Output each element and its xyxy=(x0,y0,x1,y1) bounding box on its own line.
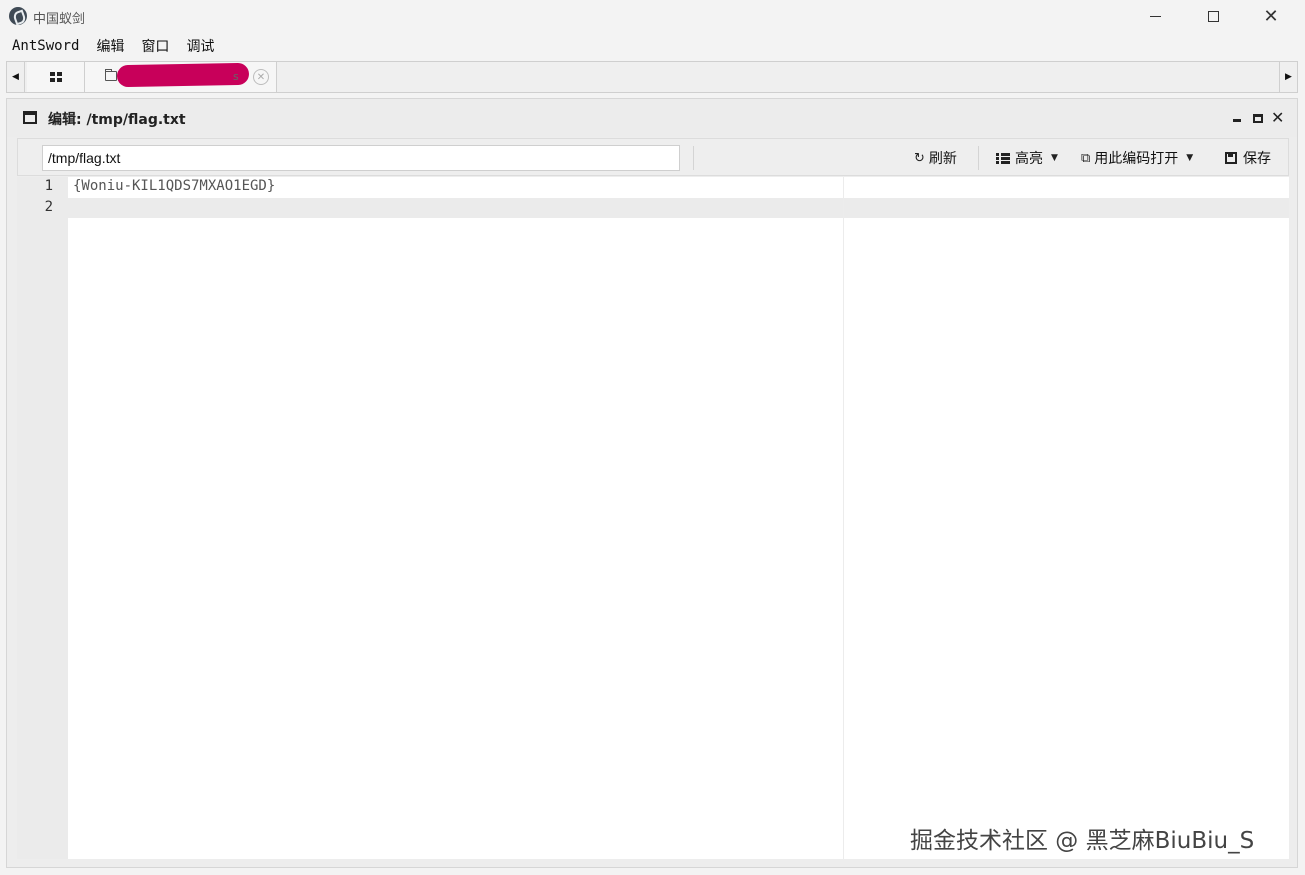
maximize-icon xyxy=(1207,11,1219,22)
file-path-input[interactable] xyxy=(42,145,680,171)
panel-restore-button[interactable] xyxy=(1253,110,1263,123)
tab-close-icon[interactable]: ✕ xyxy=(253,69,269,85)
panel-minimize-button[interactable] xyxy=(1233,111,1241,122)
line-number-gutter xyxy=(17,177,68,859)
window-icon xyxy=(23,111,37,124)
chevron-down-icon: ▼ xyxy=(1186,153,1194,163)
save-icon xyxy=(1225,152,1237,164)
minimize-button[interactable] xyxy=(1126,0,1184,33)
refresh-label: 刷新 xyxy=(928,151,957,167)
toolbar-divider xyxy=(693,146,694,170)
code-editor[interactable]: 1 2 {Woniu-KIL1QDS7MXAO1EGD} xyxy=(17,177,1289,859)
refresh-icon: ↻ xyxy=(914,150,925,166)
open-with-encoding-dropdown[interactable]: ⧉ 用此编码打开 ▼ xyxy=(1081,148,1193,168)
redaction-mark xyxy=(116,62,250,88)
refresh-button[interactable]: ↻ 刷新 xyxy=(914,148,957,168)
line-number: 2 xyxy=(44,199,53,215)
tab-bar: ◀ s ✕ ▶ xyxy=(6,61,1298,93)
tab-home[interactable] xyxy=(27,62,85,92)
encoding-icon: ⧉ xyxy=(1081,150,1091,166)
list-icon xyxy=(996,152,1010,164)
close-window-button[interactable]: ✕ xyxy=(1242,0,1300,33)
editor-panel: 编辑: /tmp/flag.txt ✕ ↻ 刷新 高亮 ▼ ⧉ 用此编码打开 ▼… xyxy=(6,98,1298,868)
tab-label-tail: s xyxy=(233,70,239,83)
menu-debug[interactable]: 调试 xyxy=(186,36,214,56)
save-label: 保存 xyxy=(1243,151,1271,167)
minimize-icon xyxy=(1233,119,1241,122)
title-bar: 中国蚁剑 ✕ xyxy=(0,0,1305,33)
code-line[interactable]: {Woniu-KIL1QDS7MXAO1EGD} xyxy=(73,178,275,194)
grid-icon xyxy=(49,72,62,82)
toolbar-divider xyxy=(978,146,979,170)
panel-title: 编辑: /tmp/flag.txt xyxy=(48,112,186,128)
print-margin xyxy=(843,177,844,859)
restore-icon xyxy=(1253,114,1263,123)
antsword-logo-icon xyxy=(9,7,27,25)
folder-icon xyxy=(105,69,117,81)
save-button[interactable]: 保存 xyxy=(1225,148,1271,168)
minimize-icon xyxy=(1149,16,1161,17)
maximize-button[interactable] xyxy=(1184,0,1242,33)
editor-toolbar: ↻ 刷新 高亮 ▼ ⧉ 用此编码打开 ▼ 保存 xyxy=(17,138,1289,176)
menu-edit[interactable]: 编辑 xyxy=(96,36,124,56)
panel-header: 编辑: /tmp/flag.txt ✕ xyxy=(7,99,1297,137)
panel-close-button[interactable]: ✕ xyxy=(1271,108,1284,127)
highlight-label: 高亮 xyxy=(1015,151,1043,167)
active-line-highlight xyxy=(17,198,1289,218)
tab-file-manager[interactable]: s ✕ xyxy=(85,62,277,92)
window-title: 中国蚁剑 xyxy=(33,12,86,27)
close-icon: ✕ xyxy=(1263,5,1279,27)
chevron-down-icon: ▼ xyxy=(1051,153,1058,163)
tab-scroll-right-button[interactable]: ▶ xyxy=(1279,62,1297,92)
menu-window[interactable]: 窗口 xyxy=(141,36,169,56)
menu-antsword[interactable]: AntSword xyxy=(12,38,79,54)
tab-scroll-left-button[interactable]: ◀ xyxy=(7,62,25,92)
line-number: 1 xyxy=(44,178,53,194)
watermark-text: 掘金技术社区 @ 黑芝麻BiuBiu_S xyxy=(910,828,1255,854)
menu-bar: AntSword 编辑 窗口 调试 xyxy=(0,33,1305,59)
highlight-dropdown[interactable]: 高亮 ▼ xyxy=(996,148,1058,168)
encoding-label: 用此编码打开 xyxy=(1094,151,1179,167)
